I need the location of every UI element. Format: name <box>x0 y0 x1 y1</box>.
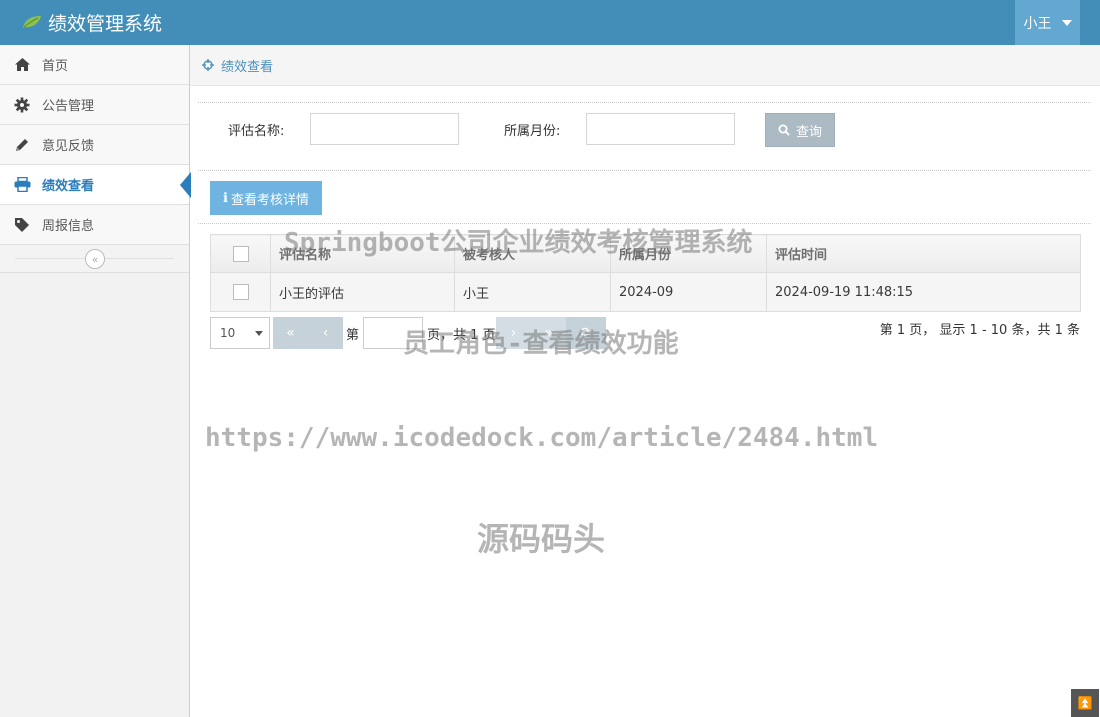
row-checkbox-cell <box>210 272 271 312</box>
row-checkbox[interactable] <box>232 284 249 300</box>
month-input[interactable] <box>586 113 735 145</box>
breadcrumb: 绩效查看 <box>190 45 1100 86</box>
table-row[interactable]: 小王的评估 小王 2024-09 2024-09-19 11:48:15 <box>210 272 1081 312</box>
pagination-info: 第 1 页， 显示 1 - 10 条，共 1 条 <box>879 323 1080 338</box>
home-icon <box>13 56 31 74</box>
divider <box>198 102 1091 103</box>
prev-page-button[interactable]: ‹ <box>308 317 343 349</box>
month-label: 所属月份: <box>504 124 561 139</box>
sidebar-item-label: 公告管理 <box>42 99 95 114</box>
watermark-title: Springboot公司企业绩效考核管理系统 <box>284 228 753 258</box>
user-menu-button[interactable]: 小王 <box>1015 0 1080 45</box>
select-all-checkbox[interactable] <box>232 245 249 262</box>
view-detail-button[interactable]: ℹ 查看考核详情 <box>210 181 322 215</box>
chevron-down-icon <box>255 331 263 336</box>
chevron-left-icon: ‹ <box>322 325 329 341</box>
app-title: 绩效管理系统 <box>48 12 163 35</box>
table-cell: 2024-09 <box>610 272 767 312</box>
query-label: 查询 <box>795 124 822 140</box>
sidebar: 首页 公告管理 意见反馈 绩效查看 周报信息 « <box>0 45 191 717</box>
leaf-icon <box>23 16 41 28</box>
double-chevron-left-icon: « <box>286 325 295 341</box>
column-header[interactable]: 评估时间 <box>766 234 1081 273</box>
sidebar-item-announcements[interactable]: 公告管理 <box>0 85 189 125</box>
navbar: 绩效管理系统 小王 <box>0 0 1100 45</box>
double-chevron-left-icon[interactable]: « <box>85 249 105 269</box>
table-cell: 小王的评估 <box>270 272 455 312</box>
page-label: 第 <box>346 328 360 343</box>
sidebar-item-label: 绩效查看 <box>42 179 95 194</box>
breadcrumb-current[interactable]: 绩效查看 <box>221 56 273 75</box>
crosshairs-icon <box>202 59 214 71</box>
sidebar-item-weekly-report[interactable]: 周报信息 <box>0 205 189 245</box>
query-button[interactable]: 查询 <box>765 113 835 147</box>
sidebar-item-performance[interactable]: 绩效查看 <box>0 165 191 205</box>
back-to-top-button[interactable]: ⏫ <box>1071 689 1099 717</box>
first-page-button[interactable]: « <box>273 317 308 349</box>
info-icon: ℹ <box>223 190 228 206</box>
sidebar-item-label: 首页 <box>42 59 69 74</box>
name-label: 评估名称: <box>228 124 285 139</box>
search-icon <box>778 124 790 136</box>
view-detail-label: 查看考核详情 <box>230 192 309 208</box>
name-input[interactable] <box>310 113 459 145</box>
double-chevron-up-icon: ⏫ <box>1077 696 1093 710</box>
divider <box>198 170 1091 171</box>
sidebar-item-home[interactable]: 首页 <box>0 45 189 85</box>
tag-icon <box>13 216 31 234</box>
sidebar-item-feedback[interactable]: 意见反馈 <box>0 125 189 165</box>
caret-down-icon <box>1061 19 1072 26</box>
brand[interactable]: 绩效管理系统 <box>22 9 162 35</box>
table-cell: 2024-09-19 11:48:15 <box>766 272 1081 312</box>
sidebar-item-label: 意见反馈 <box>42 139 95 154</box>
pencil-icon <box>13 136 31 154</box>
watermark-source: 源码码头 <box>477 520 606 558</box>
print-icon <box>13 176 31 194</box>
user-name: 小王 <box>1023 15 1052 32</box>
page-size-select[interactable]: 10 <box>210 317 270 349</box>
sidebar-item-label: 周报信息 <box>42 219 95 234</box>
page-size-value: 10 <box>220 326 236 340</box>
watermark-url: https://www.icodedock.com/article/2484.h… <box>205 423 879 453</box>
table-cell: 小王 <box>454 272 611 312</box>
header-checkbox-cell <box>210 234 271 273</box>
watermark-subtitle: 员工角色-查看绩效功能 <box>403 329 679 359</box>
sidebar-collapse: « <box>0 245 189 273</box>
gear-icon <box>13 96 31 114</box>
